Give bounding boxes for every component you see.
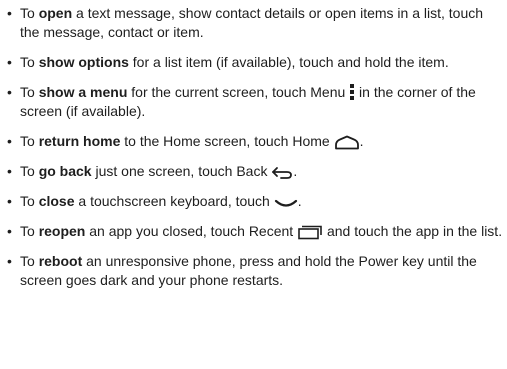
- item-text-pre: To: [20, 133, 39, 149]
- item-text-post: .: [297, 193, 302, 209]
- item-text-pre: To: [20, 54, 39, 70]
- bullet: •: [7, 54, 12, 70]
- item-text-post: an unresponsive phone, press and hold th…: [20, 253, 477, 288]
- bullet: •: [7, 193, 12, 209]
- item-text-post: a text message, show contact details or …: [20, 5, 484, 40]
- recent-apps-icon: [297, 224, 323, 240]
- bullet: •: [7, 5, 12, 21]
- item-text-mid: for the current screen, touch Menu: [127, 84, 346, 100]
- item-text-mid: just one screen, touch Back: [91, 163, 268, 179]
- bullet: •: [7, 253, 12, 269]
- list-item-close-keyboard: • To close a touchscreen keyboard, touch…: [7, 192, 505, 211]
- item-keyword: go back: [38, 163, 92, 179]
- list-item-go-back: • To go back just one screen, touch Back…: [7, 162, 505, 181]
- list-item-reopen-app: • To reopen an app you closed, touch Rec…: [7, 222, 505, 241]
- item-text-post: and touch the app in the list.: [323, 223, 503, 239]
- item-text-pre: To: [20, 253, 39, 269]
- home-icon: [334, 134, 360, 150]
- item-text-mid: a touchscreen keyboard, touch: [74, 193, 270, 209]
- bullet: •: [7, 163, 12, 179]
- bullet: •: [7, 133, 12, 149]
- item-text-pre: To: [20, 5, 39, 21]
- item-keyword: reopen: [38, 223, 86, 239]
- bullet: •: [7, 223, 12, 239]
- instruction-list: • To open a text message, show contact d…: [7, 4, 505, 301]
- list-item-open: • To open a text message, show contact d…: [7, 4, 505, 42]
- item-keyword: close: [38, 193, 75, 209]
- bullet: •: [7, 84, 12, 100]
- back-arrow-icon: [271, 166, 293, 180]
- item-text-pre: To: [20, 84, 39, 100]
- item-text-pre: To: [20, 163, 39, 179]
- list-item-show-menu: • To show a menu for the current screen,…: [7, 83, 505, 121]
- item-text-post: .: [359, 133, 364, 149]
- keyboard-hide-chevron-icon: [274, 198, 298, 210]
- item-keyword: show options: [38, 54, 129, 70]
- item-keyword: return home: [38, 133, 121, 149]
- item-keyword: show a menu: [38, 84, 128, 100]
- item-keyword: open: [38, 5, 73, 21]
- list-item-show-options: • To show options for a list item (if av…: [7, 53, 505, 72]
- item-text-post: for a list item (if available), touch an…: [128, 54, 449, 70]
- item-keyword: reboot: [38, 253, 83, 269]
- item-text-mid: to the Home screen, touch Home: [120, 133, 330, 149]
- item-text-pre: To: [20, 223, 39, 239]
- item-text-pre: To: [20, 193, 39, 209]
- list-item-reboot: • To reboot an unresponsive phone, press…: [7, 252, 505, 290]
- item-text-mid: an app you closed, touch Recent: [85, 223, 294, 239]
- item-text-post: .: [293, 163, 298, 179]
- list-item-return-home: • To return home to the Home screen, tou…: [7, 132, 505, 151]
